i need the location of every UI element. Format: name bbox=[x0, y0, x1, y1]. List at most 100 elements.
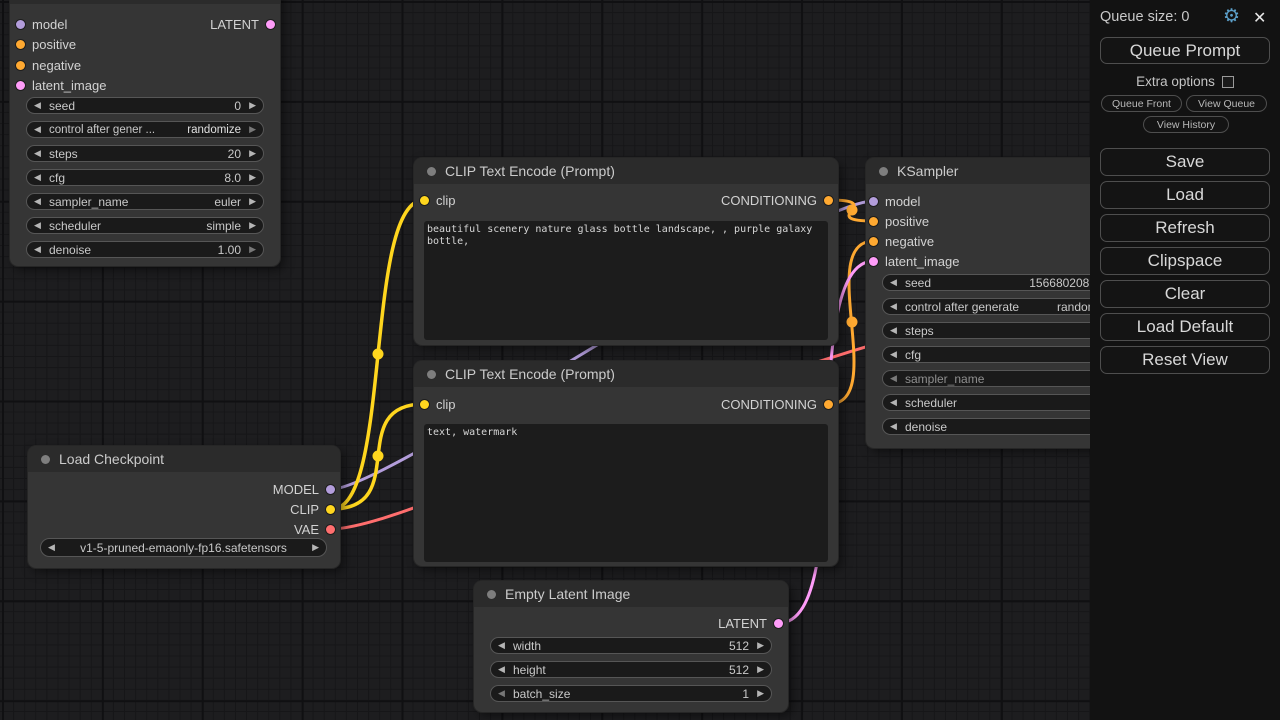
model-port-icon[interactable] bbox=[869, 197, 878, 206]
input-port-positive[interactable]: positive bbox=[16, 37, 76, 51]
widget-steps[interactable]: ◀steps20▶ bbox=[26, 145, 264, 162]
increment-arrow-icon[interactable]: ▶ bbox=[246, 121, 256, 138]
decrement-arrow-icon[interactable]: ◀ bbox=[890, 346, 900, 363]
conditioning-port-icon[interactable] bbox=[869, 237, 878, 246]
input-port-model[interactable]: model bbox=[869, 194, 920, 208]
widget-seed[interactable]: ◀seed0▶ bbox=[26, 97, 264, 114]
collapse-dot-icon[interactable] bbox=[879, 167, 888, 176]
output-port-model[interactable]: MODEL bbox=[273, 482, 335, 496]
widget-cfg[interactable]: ◀cfg8.0▶ bbox=[26, 169, 264, 186]
increment-arrow-icon[interactable]: ▶ bbox=[246, 169, 256, 186]
save-button[interactable]: Save bbox=[1100, 148, 1270, 176]
output-port-conditioning[interactable]: CONDITIONING bbox=[721, 397, 833, 411]
load-default-button[interactable]: Load Default bbox=[1100, 313, 1270, 341]
clipspace-button[interactable]: Clipspace bbox=[1100, 247, 1270, 275]
decrement-arrow-icon[interactable]: ◀ bbox=[890, 298, 900, 315]
decrement-arrow-icon[interactable]: ◀ bbox=[498, 685, 508, 702]
widget-height[interactable]: ◀height512▶ bbox=[490, 661, 772, 678]
node-title-bar[interactable]: Empty Latent Image bbox=[474, 581, 788, 607]
collapse-dot-icon[interactable] bbox=[41, 455, 50, 464]
decrement-arrow-icon[interactable]: ◀ bbox=[34, 217, 44, 234]
latent-port-icon[interactable] bbox=[869, 257, 878, 266]
input-port-negative[interactable]: negative bbox=[869, 234, 934, 248]
latent-port-icon[interactable] bbox=[266, 20, 275, 29]
widget-denoise[interactable]: ◀denoise1.00▶ bbox=[26, 241, 264, 258]
increment-arrow-icon[interactable]: ▶ bbox=[754, 661, 764, 678]
queue-prompt-button[interactable]: Queue Prompt bbox=[1100, 37, 1270, 64]
conditioning-port-icon[interactable] bbox=[869, 217, 878, 226]
decrement-arrow-icon[interactable]: ◀ bbox=[34, 169, 44, 186]
clip-port-icon[interactable] bbox=[326, 505, 335, 514]
node-ksampler-left[interactable]: model positive negative latent_image LAT… bbox=[10, 0, 280, 266]
node-title-bar[interactable] bbox=[10, 0, 280, 4]
prompt-textarea[interactable]: text, watermark bbox=[424, 424, 828, 562]
prev-arrow-icon[interactable]: ◀ bbox=[890, 370, 900, 387]
node-empty-latent-image[interactable]: Empty Latent Image LATENT ◀width512▶ ◀he… bbox=[474, 581, 788, 712]
widget-width[interactable]: ◀width512▶ bbox=[490, 637, 772, 654]
decrement-arrow-icon[interactable]: ◀ bbox=[34, 97, 44, 114]
reset-view-button[interactable]: Reset View bbox=[1100, 346, 1270, 374]
vae-port-icon[interactable] bbox=[326, 525, 335, 534]
input-port-latent-image[interactable]: latent_image bbox=[16, 78, 106, 92]
decrement-arrow-icon[interactable]: ◀ bbox=[498, 661, 508, 678]
decrement-arrow-icon[interactable]: ◀ bbox=[890, 274, 900, 291]
input-port-model[interactable]: model bbox=[16, 17, 67, 31]
model-port-icon[interactable] bbox=[16, 20, 25, 29]
widget-control-after-generate[interactable]: ◀control after gener ...randomize▶ bbox=[26, 121, 264, 138]
decrement-arrow-icon[interactable]: ◀ bbox=[34, 145, 44, 162]
conditioning-port-icon[interactable] bbox=[16, 61, 25, 70]
widget-batch-size[interactable]: ◀batch_size1▶ bbox=[490, 685, 772, 702]
queue-front-button[interactable]: Queue Front bbox=[1101, 95, 1182, 112]
decrement-arrow-icon[interactable]: ◀ bbox=[498, 637, 508, 654]
increment-arrow-icon[interactable]: ▶ bbox=[246, 241, 256, 258]
widget-ckpt-name[interactable]: ◀v1-5-pruned-emaonly-fp16.safetensors▶ bbox=[40, 538, 327, 557]
increment-arrow-icon[interactable]: ▶ bbox=[246, 217, 256, 234]
view-history-button[interactable]: View History bbox=[1143, 116, 1229, 133]
extra-options-checkbox[interactable] bbox=[1222, 76, 1234, 88]
input-port-clip[interactable]: clip bbox=[420, 397, 456, 411]
conditioning-port-icon[interactable] bbox=[16, 40, 25, 49]
decrement-arrow-icon[interactable]: ◀ bbox=[890, 418, 900, 435]
collapse-dot-icon[interactable] bbox=[427, 167, 436, 176]
widget-scheduler[interactable]: ◀schedulersimple▶ bbox=[26, 217, 264, 234]
node-load-checkpoint[interactable]: Load Checkpoint MODEL CLIP VAE ◀v1-5-pru… bbox=[28, 446, 340, 568]
prev-arrow-icon[interactable]: ◀ bbox=[890, 394, 900, 411]
decrement-arrow-icon[interactable]: ◀ bbox=[890, 322, 900, 339]
widget-sampler-name[interactable]: ◀sampler_nameeuler▶ bbox=[26, 193, 264, 210]
node-title-bar[interactable]: CLIP Text Encode (Prompt) bbox=[414, 158, 838, 184]
latent-port-icon[interactable] bbox=[16, 81, 25, 90]
clip-port-icon[interactable] bbox=[420, 196, 429, 205]
node-clip-text-encode-negative[interactable]: CLIP Text Encode (Prompt) clip CONDITION… bbox=[414, 361, 838, 566]
next-arrow-icon[interactable]: ▶ bbox=[309, 539, 319, 556]
view-queue-button[interactable]: View Queue bbox=[1186, 95, 1267, 112]
clip-port-icon[interactable] bbox=[420, 400, 429, 409]
increment-arrow-icon[interactable]: ▶ bbox=[754, 685, 764, 702]
model-port-icon[interactable] bbox=[326, 485, 335, 494]
node-graph-canvas[interactable]: model positive negative latent_image LAT… bbox=[0, 0, 1280, 720]
collapse-dot-icon[interactable] bbox=[427, 370, 436, 379]
increment-arrow-icon[interactable]: ▶ bbox=[246, 97, 256, 114]
node-clip-text-encode-positive[interactable]: CLIP Text Encode (Prompt) clip CONDITION… bbox=[414, 158, 838, 345]
output-port-vae[interactable]: VAE bbox=[294, 522, 335, 536]
output-port-conditioning[interactable]: CONDITIONING bbox=[721, 193, 833, 207]
refresh-button[interactable]: Refresh bbox=[1100, 214, 1270, 242]
decrement-arrow-icon[interactable]: ◀ bbox=[34, 241, 44, 258]
prev-arrow-icon[interactable]: ◀ bbox=[48, 539, 58, 556]
latent-port-icon[interactable] bbox=[774, 619, 783, 628]
decrement-arrow-icon[interactable]: ◀ bbox=[34, 193, 44, 210]
load-button[interactable]: Load bbox=[1100, 181, 1270, 209]
conditioning-port-icon[interactable] bbox=[824, 196, 833, 205]
output-port-latent[interactable]: LATENT bbox=[210, 17, 275, 31]
input-port-negative[interactable]: negative bbox=[16, 58, 81, 72]
close-icon[interactable]: ✕ bbox=[1253, 8, 1266, 28]
node-title-bar[interactable]: CLIP Text Encode (Prompt) bbox=[414, 361, 838, 387]
prompt-textarea[interactable]: beautiful scenery nature glass bottle la… bbox=[424, 221, 828, 340]
input-port-latent-image[interactable]: latent_image bbox=[869, 254, 959, 268]
decrement-arrow-icon[interactable]: ◀ bbox=[34, 121, 44, 138]
increment-arrow-icon[interactable]: ▶ bbox=[246, 193, 256, 210]
collapse-dot-icon[interactable] bbox=[487, 590, 496, 599]
conditioning-port-icon[interactable] bbox=[824, 400, 833, 409]
clear-button[interactable]: Clear bbox=[1100, 280, 1270, 308]
node-title-bar[interactable]: Load Checkpoint bbox=[28, 446, 340, 472]
input-port-positive[interactable]: positive bbox=[869, 214, 929, 228]
